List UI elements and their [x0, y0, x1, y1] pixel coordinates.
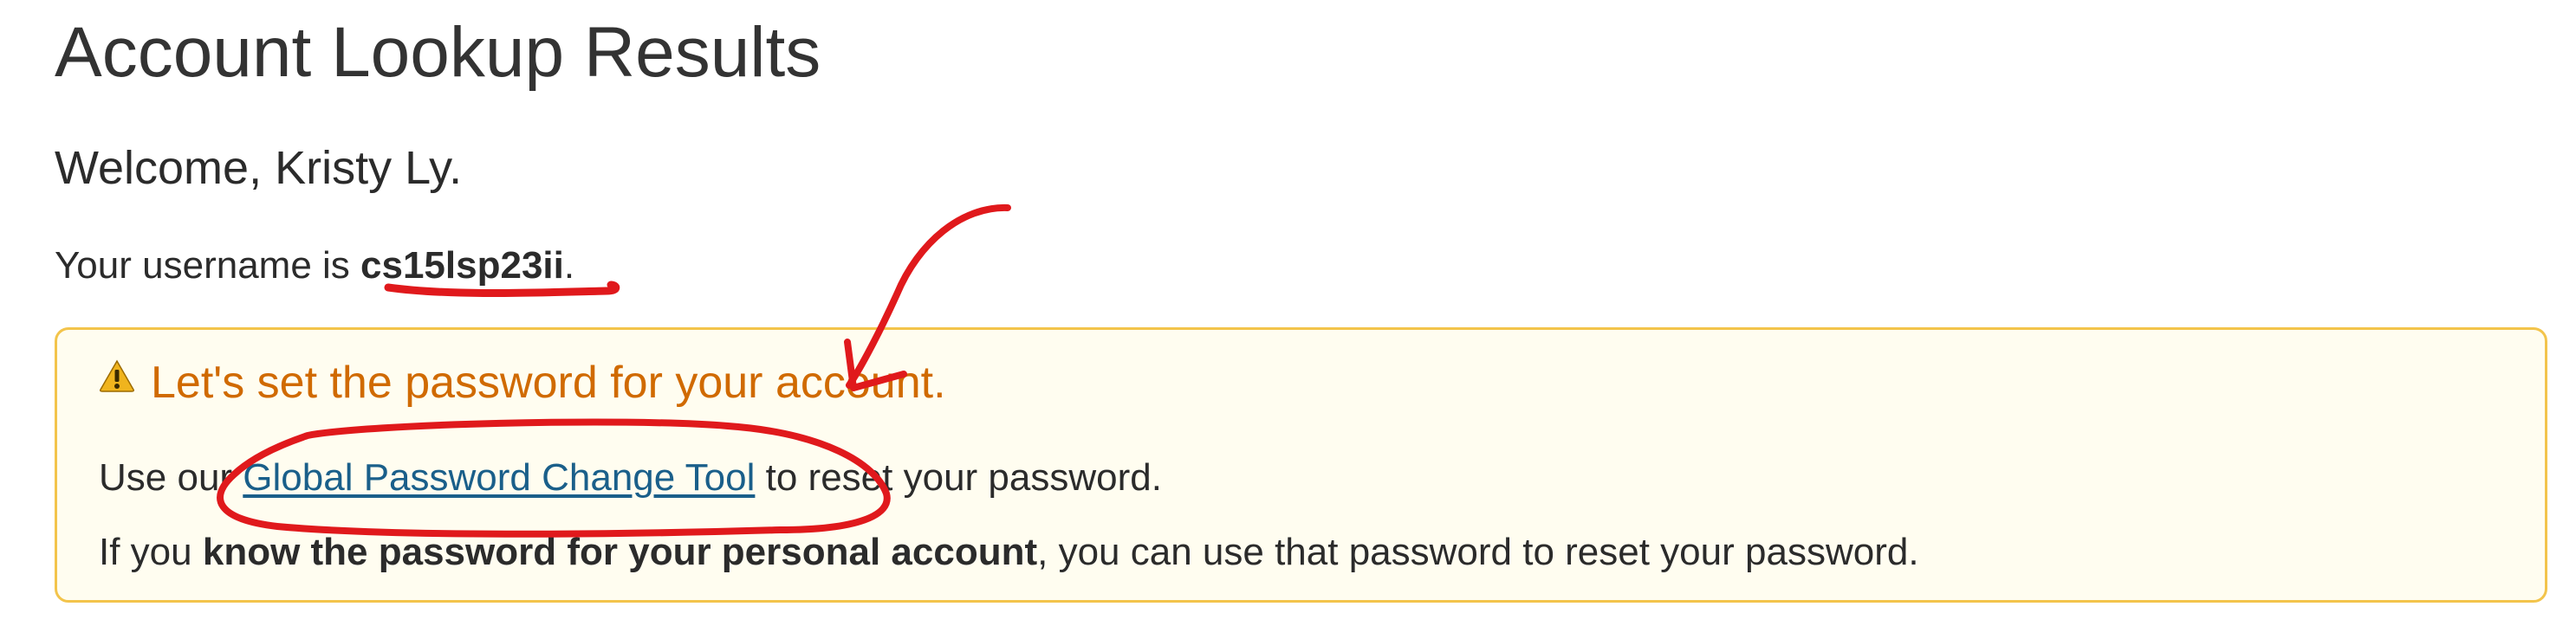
- alert-line2-bold: know the password for your personal acco…: [202, 531, 1038, 573]
- alert-line1-prefix: Use our: [99, 456, 243, 499]
- warning-icon: [100, 359, 134, 392]
- password-alert: Let's set the password for your account.…: [55, 327, 2547, 603]
- global-password-change-tool-link[interactable]: Global Password Change Tool: [243, 456, 755, 499]
- alert-line2-prefix: If you: [99, 531, 203, 573]
- alert-heading-text: Let's set the password for your account.: [151, 358, 946, 408]
- alert-line-tool: Use our Global Password Change Tool to r…: [99, 455, 1162, 501]
- alert-line2-suffix: , you can use that password to reset you…: [1037, 531, 1919, 573]
- alert-line1-suffix: to reset your password.: [755, 456, 1162, 499]
- alert-heading: Let's set the password for your account.: [99, 356, 946, 410]
- username-suffix: .: [563, 244, 575, 287]
- username-line: Your username is cs15lsp23ii.: [55, 243, 574, 289]
- welcome-message: Welcome, Kristy Ly.: [55, 142, 463, 194]
- page-title: Account Lookup Results: [55, 13, 821, 92]
- username-value: cs15lsp23ii: [360, 244, 564, 287]
- username-prefix: Your username is: [55, 244, 361, 287]
- alert-line-personal: If you know the password for your person…: [99, 530, 1919, 576]
